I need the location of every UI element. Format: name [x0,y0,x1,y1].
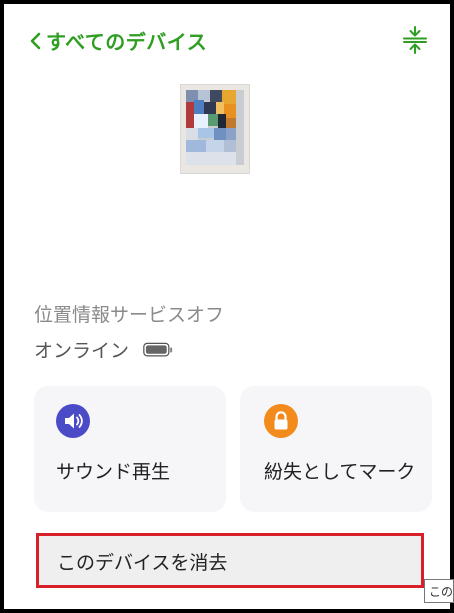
back-to-all-devices-link[interactable]: すべてのデバイス [28,26,207,55]
collapse-vertical-icon[interactable] [402,26,428,54]
erase-device-label: このデバイスを消去 [57,552,228,574]
erase-device-button[interactable]: このデバイスを消去 [36,533,424,588]
device-screen-thumbnail [186,90,244,165]
play-sound-button[interactable]: サウンド再生 [34,386,226,512]
lock-icon [264,404,298,438]
online-status-text: オンライン [34,340,130,362]
mark-as-lost-label: 紛失としてマーク [264,461,416,483]
tooltip: このデバイスを消去 [424,579,454,603]
back-link-label: すべてのデバイス [46,30,208,54]
location-status-text: 位置情報サービスオフ [34,304,225,326]
online-status: オンライン [34,336,173,363]
mark-as-lost-button[interactable]: 紛失としてマーク [240,386,432,512]
device-detail-panel: すべてのデバイス 位置情報サービスオフ オンライン サウンド再生 紛失としてマー… [0,0,454,613]
battery-icon [143,342,173,356]
play-sound-label: サウンド再生 [56,461,171,483]
device-image [180,84,250,174]
speaker-icon [56,404,90,438]
chevron-left-icon [30,32,41,49]
